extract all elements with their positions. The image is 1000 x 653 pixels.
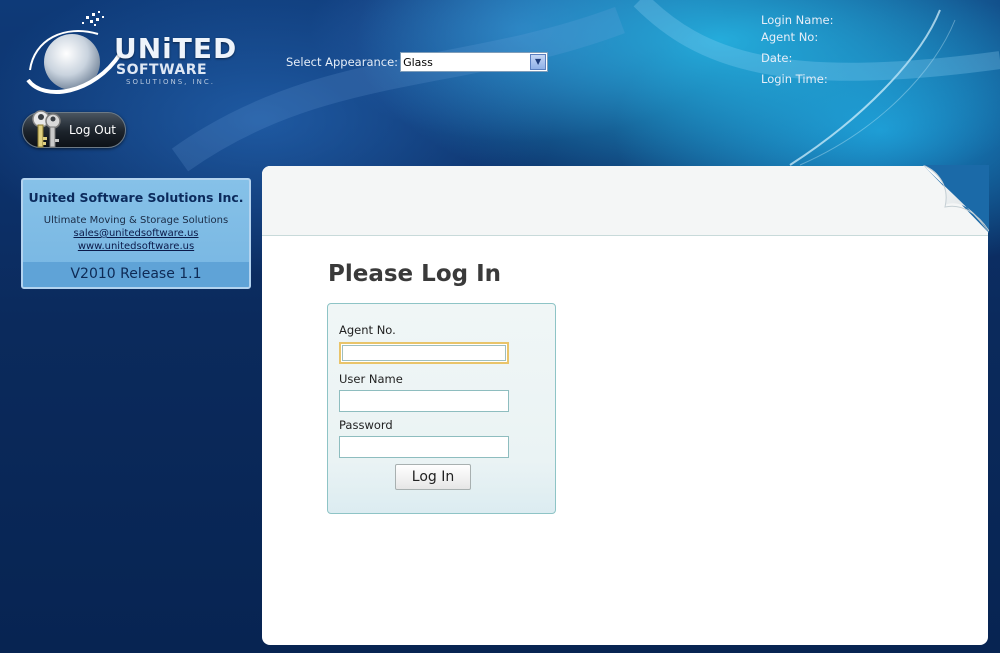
company-name: United Software Solutions Inc. [28,190,244,205]
website-link[interactable]: www.unitedsoftware.us [23,241,249,252]
password-input[interactable] [339,436,509,458]
agent-no-label: Agent No: [761,30,819,44]
keys-icon [32,110,61,148]
panel-header-band [262,166,988,236]
logo-word-software: SOFTWARE [116,62,208,78]
username-input[interactable] [339,390,509,412]
email-link[interactable]: sales@unitedsoftware.us [23,228,249,239]
logo-word-united: UNiTED [114,32,238,65]
company-info-box: United Software Solutions Inc. Ultimate … [21,178,251,289]
page-curl-icon [923,165,989,233]
appearance-selected-value: Glass [403,56,433,69]
appearance-dropdown[interactable]: Glass ▼ [400,52,549,72]
version-label: V2010 Release 1.1 [23,262,249,287]
logo-word-solutions: SOLUTIONS, INC. [126,78,216,86]
date-label: Date: [761,51,793,65]
globe-icon [26,11,122,94]
logout-label: Log Out [69,123,117,137]
appearance-label: Select Appearance: [286,55,399,69]
password-field-label: Password [339,418,393,432]
login-time-label: Login Time: [761,72,828,86]
company-logo: UNiTED SOFTWARE SOLUTIONS, INC. [24,10,254,100]
session-info: Login Name: Agent No: Date: Login Time: [761,13,833,91]
chevron-down-icon[interactable]: ▼ [530,54,547,70]
company-tagline: Ultimate Moving & Storage Solutions [43,215,229,226]
page-title: Please Log In [328,261,502,287]
agent-no-field-label: Agent No. [339,323,396,337]
login-button[interactable]: Log In [395,464,471,490]
appearance-selector: Select Appearance: Glass ▼ [286,52,549,72]
login-form: Agent No. User Name Password Log In [327,303,556,514]
logout-button[interactable]: Log Out [22,110,126,148]
agent-no-input[interactable] [339,342,509,364]
username-field-label: User Name [339,372,403,386]
